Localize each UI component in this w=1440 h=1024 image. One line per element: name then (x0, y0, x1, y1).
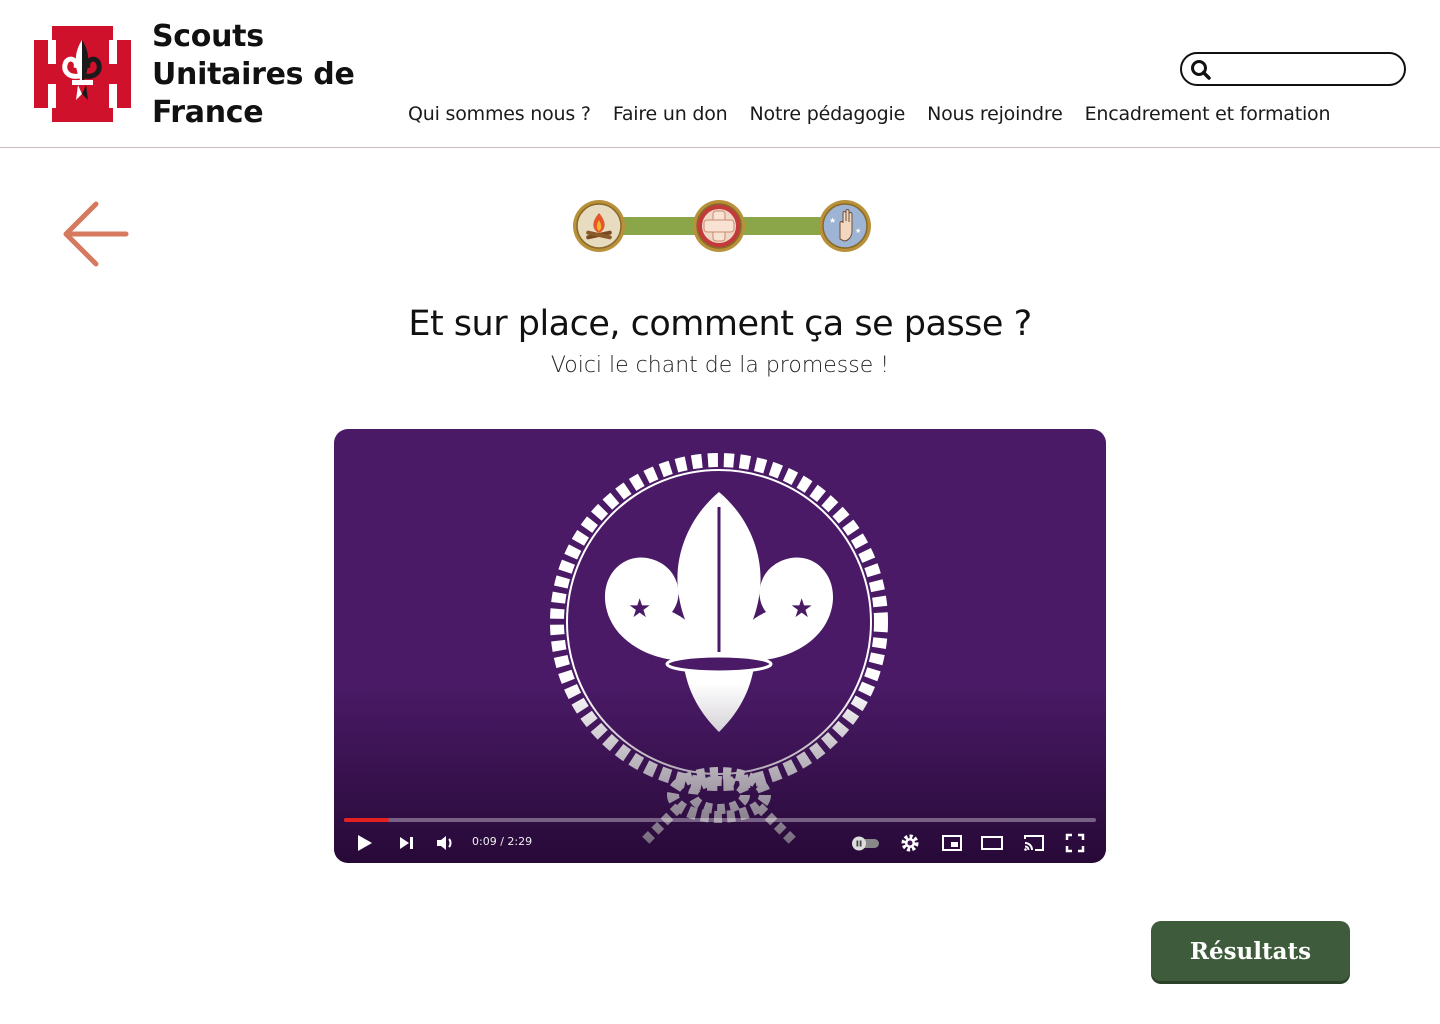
page-title: Et sur place, comment ça se passe ? (408, 304, 1032, 344)
page-subtitle: Voici le chant de la promesse ! (550, 353, 890, 378)
nav-item-faire-un-don[interactable]: Faire un don (613, 103, 728, 125)
scout-salute-badge-icon[interactable]: ★ ★ (818, 199, 872, 253)
nav-item-qui-sommes-nous[interactable]: Qui sommes nous ? (408, 103, 591, 125)
arrow-left-icon[interactable] (60, 198, 132, 270)
campfire-badge-icon[interactable] (572, 199, 626, 253)
results-button[interactable]: Résultats (1151, 921, 1350, 981)
play-icon[interactable] (352, 831, 376, 855)
brand-line-1: Scouts (152, 19, 264, 54)
search-box (1180, 52, 1406, 86)
theater-icon[interactable] (980, 831, 1004, 855)
brand-line-2: Unitaires de (152, 57, 355, 92)
fullscreen-icon[interactable] (1063, 831, 1087, 855)
brand-name[interactable]: Scouts Unitaires de France (152, 18, 355, 132)
settings-icon[interactable] (898, 831, 922, 855)
nav-item-encadrement-formation[interactable]: Encadrement et formation (1085, 103, 1331, 125)
site-header: Scouts Unitaires de France Qui sommes no… (0, 0, 1440, 148)
nav-item-notre-pedagogie[interactable]: Notre pédagogie (750, 103, 906, 125)
video-scrubber[interactable] (344, 818, 1096, 822)
first-aid-badge-icon[interactable] (692, 199, 746, 253)
svg-text:★: ★ (790, 594, 813, 624)
video-controls: 0:09 / 2:29 (334, 827, 1106, 859)
video-player[interactable]: ★ ★ 0:09 / 2:29 (334, 429, 1106, 863)
cross-fleur-de-lis-logo[interactable] (34, 26, 131, 122)
step-progress: ★ ★ (572, 198, 872, 256)
next-icon[interactable] (394, 831, 418, 855)
miniplayer-icon[interactable] (940, 831, 964, 855)
brand-line-3: France (152, 95, 264, 130)
video-time: 0:09 / 2:29 (472, 835, 533, 848)
svg-text:★: ★ (855, 227, 861, 235)
video-played-bar (344, 818, 390, 822)
svg-text:★: ★ (628, 594, 651, 624)
nav-item-nous-rejoindre[interactable]: Nous rejoindre (927, 103, 1063, 125)
svg-text:★: ★ (829, 216, 836, 225)
autoplay-toggle-icon[interactable] (850, 831, 880, 855)
cast-icon[interactable] (1022, 831, 1046, 855)
main-nav: Qui sommes nous ? Faire un don Notre péd… (408, 103, 1331, 125)
volume-icon[interactable] (434, 831, 458, 855)
search-icon[interactable] (1190, 59, 1212, 81)
search-input[interactable] (1218, 57, 1398, 81)
